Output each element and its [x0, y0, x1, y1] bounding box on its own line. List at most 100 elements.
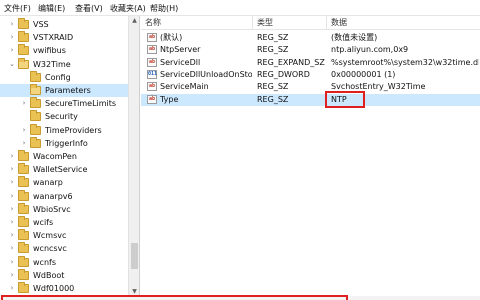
value-row[interactable]: ab NtpServer REG_SZ ntp.aliyun.com,0x9 — [141, 44, 480, 56]
folder-icon — [18, 255, 29, 267]
folder-icon — [18, 150, 29, 161]
registry-key-tree[interactable]: › VSS › VSTXRAID › vwifibus ⌄ W32Time Config Para… — [0, 16, 140, 297]
folder-icon — [18, 176, 29, 188]
value-data: 0x00000001 (1) — [331, 69, 396, 79]
folder-icon — [18, 189, 29, 201]
tree-item[interactable]: › VSTXRAID — [0, 31, 128, 44]
registry-value-list[interactable]: 名称 类型 数据 ab (默认) REG_SZ (数值未设置) ab NtpServer R… — [141, 16, 480, 297]
tree-item-label: WalletService — [33, 165, 88, 175]
chevron-right-icon[interactable]: › — [20, 99, 28, 108]
folder-icon — [18, 268, 29, 280]
chevron-right-icon[interactable]: › — [8, 192, 16, 201]
value-row[interactable]: ab ServiceMain REG_SZ SvchostEntry_W32Time — [141, 81, 480, 93]
tree-item-label: Security — [45, 112, 78, 122]
tree-item[interactable]: Security — [0, 110, 128, 123]
chevron-right-icon[interactable]: › — [8, 152, 16, 161]
column-header-name[interactable]: 名称 — [141, 16, 253, 30]
tree-item[interactable]: › TriggerInfo — [0, 136, 128, 150]
tree-item[interactable]: › wanarpv6 — [0, 189, 128, 203]
chevron-right-icon[interactable]: › — [8, 258, 16, 267]
chevron-right-icon[interactable]: › — [8, 218, 16, 227]
value-type: REG_DWORD — [257, 69, 310, 79]
tree-item-label: wcifs — [33, 218, 54, 227]
tree-item[interactable]: › wcifs — [0, 216, 128, 229]
value-name: ServiceDllUnloadOnStop — [160, 69, 252, 79]
folder-icon — [18, 31, 29, 43]
scroll-up-icon[interactable]: ▲ — [129, 16, 140, 26]
menu-bar: 文件(F) 编辑(E) 查看(V) 收藏夹(A) 帮助(H) — [0, 0, 480, 16]
tree-item-label: wcncsvc — [33, 244, 67, 254]
tree-item[interactable]: › Wdf01000 — [0, 282, 128, 295]
tree-item-label: VSS — [33, 20, 49, 29]
address-bar-highlight-box — [1, 295, 348, 300]
chevron-right-icon[interactable] — [20, 86, 28, 95]
column-header-type[interactable]: 类型 — [253, 16, 327, 30]
chevron-right-icon[interactable]: › — [8, 284, 16, 293]
value-row[interactable]: 011 ServiceDllUnloadOnStop REG_DWORD 0x0000… — [141, 69, 480, 81]
tree-item[interactable]: › WalletService — [0, 163, 128, 176]
chevron-right-icon[interactable] — [20, 112, 28, 121]
ab-string-icon: ab — [147, 33, 157, 42]
ab-string-icon: ab — [147, 57, 157, 67]
menu-favorites[interactable]: 收藏夹(A) — [110, 3, 146, 14]
chevron-right-icon[interactable]: › — [8, 33, 16, 42]
value-name: Type — [160, 94, 179, 104]
tree-item-label: TimeProviders — [45, 125, 102, 135]
tree-item-label: TriggerInfo — [45, 138, 88, 148]
chevron-right-icon[interactable]: › — [8, 46, 16, 55]
tree-item[interactable]: › wcncsvc — [0, 242, 128, 255]
tree-item-label: VSTXRAID — [33, 33, 74, 43]
tree-item[interactable]: ⌄ W32Time — [0, 57, 128, 71]
chevron-right-icon[interactable]: › — [8, 231, 16, 240]
chevron-right-icon[interactable]: › — [8, 271, 16, 280]
tree-item[interactable]: › SecureTimeLimits — [0, 97, 128, 110]
tree-item[interactable]: › wanarp — [0, 176, 128, 189]
value-name: NtpServer — [160, 45, 201, 55]
folder-icon — [30, 84, 41, 95]
chevron-right-icon[interactable]: › — [8, 178, 16, 187]
folder-icon — [18, 44, 29, 56]
scrollbar-thumb[interactable] — [131, 243, 138, 269]
tree-item-label: WacomPen — [33, 152, 77, 161]
tree-item[interactable]: Parameters — [0, 84, 128, 97]
value-type: REG_SZ — [257, 33, 289, 42]
chevron-right-icon[interactable] — [20, 73, 28, 82]
tree-item[interactable]: › wcnfs — [0, 255, 128, 269]
tree-item[interactable]: Config — [0, 70, 128, 84]
tree-item[interactable]: › TimeProviders — [0, 123, 128, 137]
binary-value-icon: 011 — [147, 69, 158, 79]
value-row[interactable]: ab ServiceDll REG_EXPAND_SZ %systemroot%\sy… — [141, 57, 480, 69]
chevron-right-icon[interactable]: › — [8, 244, 16, 253]
tree-item-label: wcnfs — [33, 257, 56, 267]
chevron-right-icon[interactable]: › — [8, 165, 16, 174]
chevron-right-icon[interactable]: › — [8, 20, 16, 29]
value-row[interactable]: ab Type REG_SZ NTP — [141, 90, 480, 108]
chevron-down-icon[interactable]: ⌄ — [8, 60, 16, 69]
chevron-right-icon[interactable]: › — [20, 126, 28, 135]
tree-item[interactable]: › WdBoot — [0, 268, 128, 282]
data-highlight-box — [325, 90, 365, 108]
tree-item[interactable]: › Wcmsvc — [0, 229, 128, 242]
tree-item[interactable]: › vwifibus — [0, 44, 128, 57]
column-header-data[interactable]: 数据 — [327, 16, 480, 30]
menu-help[interactable]: 帮助(H) — [150, 3, 178, 14]
tree-item[interactable]: › WacomPen — [0, 150, 128, 163]
folder-icon — [30, 97, 41, 109]
value-row[interactable]: ab (默认) REG_SZ (数值未设置) — [141, 32, 480, 44]
menu-edit[interactable]: 编辑(E) — [38, 3, 65, 14]
value-name: ServiceDll — [160, 57, 201, 67]
tree-scrollbar[interactable]: ▲ ▼ — [128, 16, 139, 297]
folder-icon — [18, 18, 29, 29]
ab-string-icon: ab — [147, 45, 157, 55]
value-data: ntp.aliyun.com,0x9 — [331, 45, 409, 55]
chevron-right-icon[interactable]: › — [20, 139, 28, 148]
tree-item[interactable]: › VSS — [0, 18, 128, 31]
tree-item[interactable]: › WbioSrvc — [0, 202, 128, 216]
menu-view[interactable]: 查看(V) — [75, 3, 103, 14]
value-name: (默认) — [160, 33, 183, 42]
tree-item-label: WdBoot — [33, 270, 65, 280]
tree-item-label: Config — [45, 72, 71, 82]
chevron-right-icon[interactable]: › — [8, 205, 16, 214]
menu-file[interactable]: 文件(F) — [4, 3, 31, 14]
folder-icon — [30, 70, 41, 82]
